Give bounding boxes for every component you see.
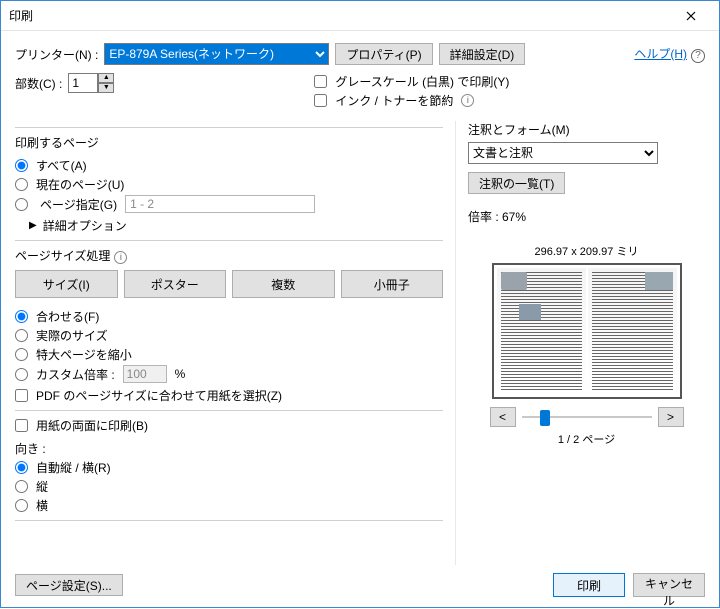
page-indicator: 1 / 2 ページ bbox=[468, 431, 705, 447]
preview-next-button[interactable]: > bbox=[658, 407, 684, 427]
ink-save-checkbox[interactable] bbox=[314, 94, 327, 107]
fit-radio[interactable] bbox=[15, 310, 28, 323]
preview-dimensions: 296.97 x 209.97 ミリ bbox=[468, 243, 705, 259]
grayscale-label: グレースケール (白黒) で印刷(Y) bbox=[335, 73, 509, 90]
cancel-button[interactable]: キャンセル bbox=[633, 573, 705, 597]
orient-landscape-radio[interactable] bbox=[15, 499, 28, 512]
print-button[interactable]: 印刷 bbox=[553, 573, 625, 597]
sizing-title: ページサイズ処理 bbox=[15, 249, 110, 263]
tab-poster[interactable]: ポスター bbox=[124, 270, 227, 298]
shrink-radio[interactable] bbox=[15, 348, 28, 361]
page-setup-button[interactable]: ページ設定(S)... bbox=[15, 574, 123, 596]
orient-auto-radio[interactable] bbox=[15, 461, 28, 474]
close-button[interactable] bbox=[671, 2, 711, 30]
copies-up[interactable]: ▲ bbox=[98, 73, 114, 83]
orientation-label: 向き : bbox=[15, 440, 443, 457]
orient-portrait-radio[interactable] bbox=[15, 480, 28, 493]
titlebar: 印刷 bbox=[1, 1, 719, 31]
scale-label: 倍率 : 67% bbox=[468, 208, 705, 225]
pages-range-radio[interactable] bbox=[15, 198, 28, 211]
more-options-expander[interactable]: ▶ 詳細オプション bbox=[29, 217, 443, 234]
dialog-content: プリンター(N) : EP-879A Series(ネットワーク) プロパティ(… bbox=[1, 31, 719, 607]
preview-page-right bbox=[588, 268, 677, 394]
advanced-settings-button[interactable]: 詳細設定(D) bbox=[439, 43, 526, 65]
preview-prev-button[interactable]: < bbox=[490, 407, 516, 427]
custom-scale-radio[interactable] bbox=[15, 368, 28, 381]
annotations-label: 注釈とフォーム(M) bbox=[468, 121, 705, 138]
pages-all-radio[interactable] bbox=[15, 159, 28, 172]
tab-multiple[interactable]: 複数 bbox=[232, 270, 335, 298]
custom-scale-input[interactable] bbox=[123, 365, 167, 383]
info-icon[interactable]: i bbox=[461, 94, 474, 107]
print-dialog: 印刷 プリンター(N) : EP-879A Series(ネットワーク) プロパ… bbox=[0, 0, 720, 608]
pages-current-radio[interactable] bbox=[15, 178, 28, 191]
actual-radio[interactable] bbox=[15, 329, 28, 342]
help-icon: ? bbox=[691, 49, 705, 63]
annotations-select[interactable]: 文書と注釈 bbox=[468, 142, 658, 164]
pages-range-input[interactable] bbox=[125, 195, 315, 213]
copies-input[interactable] bbox=[68, 73, 98, 93]
pages-title: 印刷するページ bbox=[15, 134, 443, 151]
triangle-right-icon: ▶ bbox=[29, 220, 37, 231]
copies-spinner[interactable]: ▲ ▼ bbox=[68, 73, 114, 93]
properties-button[interactable]: プロパティ(P) bbox=[335, 43, 432, 65]
info-icon[interactable]: i bbox=[114, 251, 127, 264]
printer-label: プリンター(N) : bbox=[15, 46, 98, 63]
copies-label: 部数(C) : bbox=[15, 75, 62, 92]
print-preview bbox=[492, 263, 682, 399]
help-link[interactable]: ヘルプ(H)? bbox=[634, 45, 705, 63]
tab-booklet[interactable]: 小冊子 bbox=[341, 270, 444, 298]
left-column: 印刷するページ すべて(A) 現在のページ(U) ページ指定(G) ▶ 詳細オプ… bbox=[15, 121, 455, 565]
printer-select[interactable]: EP-879A Series(ネットワーク) bbox=[104, 43, 329, 65]
preview-page-slider[interactable] bbox=[522, 407, 652, 427]
tab-size[interactable]: サイズ(I) bbox=[15, 270, 118, 298]
grayscale-checkbox[interactable] bbox=[314, 75, 327, 88]
window-title: 印刷 bbox=[9, 7, 671, 24]
duplex-checkbox[interactable] bbox=[15, 419, 28, 432]
ink-save-label: インク / トナーを節約 bbox=[335, 92, 453, 109]
paper-source-checkbox[interactable] bbox=[15, 389, 28, 402]
annotations-list-button[interactable]: 注釈の一覧(T) bbox=[468, 172, 565, 194]
copies-down[interactable]: ▼ bbox=[98, 83, 114, 93]
preview-page-left bbox=[497, 268, 586, 394]
right-column: 注釈とフォーム(M) 文書と注釈 注釈の一覧(T) 倍率 : 67% 296.9… bbox=[455, 121, 705, 565]
